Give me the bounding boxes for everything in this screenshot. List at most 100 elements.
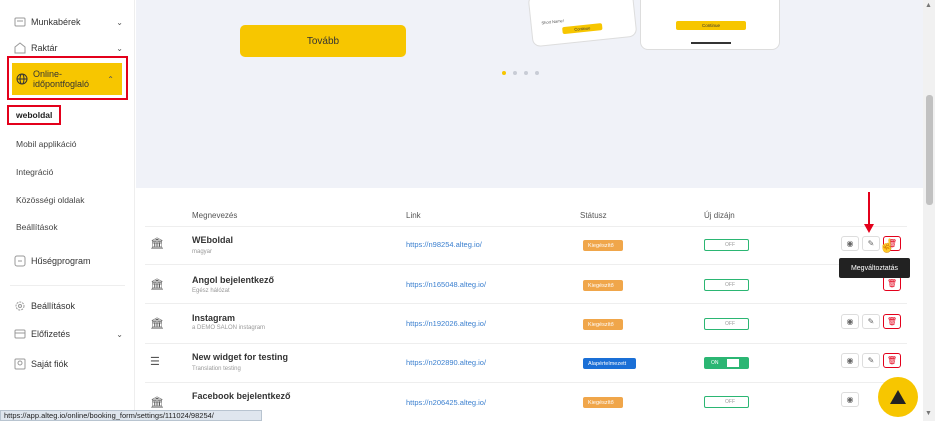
sidebar-subitem-social[interactable]: Közösségi oldalak: [0, 195, 135, 205]
row-sub: magyar: [192, 249, 213, 255]
sidebar-item-settings[interactable]: Beállítások: [0, 298, 135, 314]
delete-button[interactable]: 🗑: [883, 314, 901, 329]
toggle-knob: [726, 359, 739, 367]
subscription-icon: [14, 328, 26, 340]
view-button[interactable]: ◉: [841, 236, 859, 251]
divider: [10, 285, 125, 286]
row-link[interactable]: https://n165048.alteg.io/: [406, 280, 486, 289]
warehouse-icon: [14, 42, 26, 54]
sidebar-item-label: Előfizetés: [31, 329, 71, 339]
delete-button[interactable]: 🗑: [883, 353, 901, 368]
column-header-link: Link: [406, 211, 421, 220]
edit-button[interactable]: ✎: [862, 314, 880, 329]
loyalty-icon: [14, 255, 26, 267]
table-row: [145, 303, 907, 341]
toggle-label: OFF: [725, 321, 735, 327]
pencil-icon: ✎: [867, 317, 875, 326]
new-design-toggle[interactable]: ON: [704, 357, 749, 369]
chevron-down-icon: ⌄: [116, 43, 123, 53]
row-name: Instagram: [192, 313, 236, 323]
phone-home-bar: [691, 42, 731, 44]
sidebar-item-label: Hűségprogram: [31, 256, 91, 266]
carousel-dots[interactable]: [502, 71, 539, 75]
bank-icon: 🏛: [150, 318, 164, 330]
toggle-label: OFF: [725, 399, 735, 405]
status-badge: Kiegészítő: [583, 280, 623, 291]
scrollbar[interactable]: [923, 0, 935, 421]
highlight-box: [7, 105, 61, 125]
carousel-dot[interactable]: [535, 71, 539, 75]
row-link[interactable]: https://n206425.alteg.io/: [406, 398, 486, 407]
sidebar-item-label: Saját fiók: [31, 359, 69, 369]
sidebar-item-loyalty[interactable]: Hűségprogram: [0, 253, 135, 269]
new-design-toggle[interactable]: OFF: [704, 318, 749, 330]
status-url-bar: https://app.alteg.io/online/booking_form…: [0, 410, 262, 421]
sidebar-item-account[interactable]: Saját fiók: [0, 356, 135, 372]
carousel-dot[interactable]: [524, 71, 528, 75]
eye-icon: ◉: [846, 356, 854, 365]
scroll-down-icon[interactable]: ▼: [925, 410, 932, 417]
toggle-label: OFF: [725, 242, 735, 248]
carousel-dot[interactable]: [513, 71, 517, 75]
scroll-up-icon[interactable]: ▲: [925, 2, 932, 9]
account-icon: [14, 358, 26, 370]
status-badge: Kiegészítő: [583, 397, 623, 408]
row-link[interactable]: https://n98254.alteg.io/: [406, 240, 482, 249]
eye-icon: ◉: [846, 317, 854, 326]
view-button[interactable]: ◉: [841, 392, 859, 407]
toggle-knob: [707, 398, 719, 406]
sidebar-subitem-settings[interactable]: Beállítások: [0, 222, 135, 232]
view-button[interactable]: ◉: [841, 353, 859, 368]
row-sub: a DEMO SALON instagram: [192, 325, 266, 331]
scrollbar-thumb[interactable]: [926, 95, 933, 205]
eye-icon: ◉: [846, 239, 854, 248]
pencil-icon: ✎: [867, 356, 875, 365]
delete-button[interactable]: 🗑: [883, 276, 901, 291]
new-design-toggle[interactable]: OFF: [704, 396, 749, 408]
chevron-down-icon: ⌄: [116, 17, 123, 27]
sidebar-item-munkaberek[interactable]: Munkabérek ⌄: [0, 14, 135, 30]
row-sub: Translation testing: [192, 366, 241, 372]
sidebar-subitem-integration[interactable]: Integráció: [0, 167, 135, 177]
edit-button[interactable]: ✎: [862, 353, 880, 368]
payroll-icon: [14, 16, 26, 28]
table-row: [145, 343, 907, 381]
help-fab-button[interactable]: [878, 377, 918, 417]
row-link[interactable]: https://n192026.alteg.io/: [406, 319, 486, 328]
logo-icon: [890, 390, 906, 404]
row-name: Facebook bejelentkező: [192, 391, 291, 401]
sidebar-item-raktar[interactable]: Raktár ⌄: [0, 40, 135, 56]
column-header-name: Megnevezés: [192, 211, 238, 220]
eye-icon: ◉: [846, 395, 854, 404]
carousel-dot[interactable]: [502, 71, 506, 75]
bank-icon: 🏛: [150, 279, 164, 291]
annotation-arrow-icon: [864, 192, 874, 233]
phone-hint: Short Name!: [541, 17, 565, 26]
status-badge: Kiegészítő: [583, 240, 623, 251]
sidebar-item-label: Munkabérek: [31, 17, 81, 27]
sidebar-subitem-mobile-app[interactable]: Mobil applikáció: [0, 139, 135, 149]
trash-icon: 🗑: [886, 356, 898, 365]
sidebar: Munkabérek ⌄ Raktár ⌄ Online- időpontfog…: [0, 0, 135, 421]
chevron-down-icon: ⌄: [116, 329, 123, 339]
sidebar-item-subscription[interactable]: Előfizetés ⌄: [0, 326, 135, 342]
new-design-toggle[interactable]: OFF: [704, 279, 749, 291]
row-name: New widget for testing: [192, 352, 289, 362]
hand-cursor-icon: ☝: [879, 238, 896, 253]
toggle-knob: [707, 281, 719, 289]
phone-continue-button: Continue: [676, 21, 746, 30]
toggle-label: ON: [711, 360, 719, 366]
new-design-toggle[interactable]: OFF: [704, 239, 749, 251]
column-header-new-design: Új dizájn: [704, 211, 735, 220]
edit-button[interactable]: ✎: [862, 236, 880, 251]
row-link[interactable]: https://n202890.alteg.io/: [406, 358, 486, 367]
view-button[interactable]: ◉: [841, 314, 859, 329]
tovabb-button[interactable]: Tovább: [240, 25, 406, 57]
sidebar-item-label: Beállítások: [31, 301, 76, 311]
row-sub: Egész hálózat: [192, 288, 230, 294]
column-header-status: Státusz: [580, 211, 607, 220]
highlight-box: [7, 56, 128, 100]
toggle-knob: [707, 320, 719, 328]
pencil-icon: ✎: [867, 239, 875, 248]
sidebar-item-label: Raktár: [31, 43, 58, 53]
